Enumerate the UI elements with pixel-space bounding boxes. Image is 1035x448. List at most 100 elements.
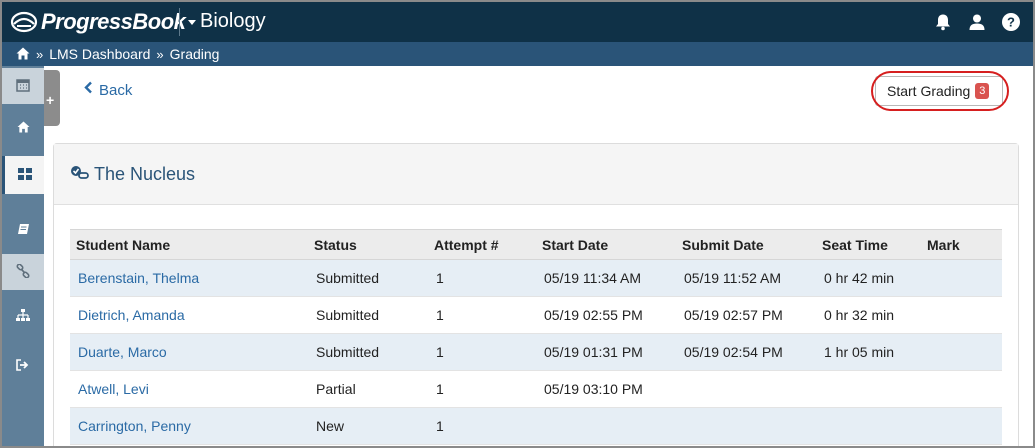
start-date-cell: 05/19 03:10 PM: [536, 370, 676, 408]
sidebar-item-calendar[interactable]: [2, 68, 44, 104]
bell-icon[interactable]: [933, 12, 953, 32]
submit-date-cell: 05/19 11:52 AM: [676, 259, 816, 297]
sidebar-item-dashboard[interactable]: [2, 156, 44, 194]
start-grading-button[interactable]: Start Grading 3: [875, 76, 1003, 106]
student-link[interactable]: Dietrich, Amanda: [78, 307, 185, 323]
mark-cell[interactable]: [921, 333, 1002, 371]
column-header-attempt[interactable]: Attempt #: [428, 229, 536, 260]
back-link[interactable]: Back: [84, 81, 132, 99]
mark-cell[interactable]: [921, 370, 1002, 408]
mark-cell[interactable]: [921, 407, 1002, 445]
student-name-cell: Atwell, Levi: [70, 370, 308, 408]
attempt-cell: 1: [428, 370, 536, 408]
start-date-cell: 05/19 11:34 AM: [536, 259, 676, 297]
submit-date-cell: 05/19 02:57 PM: [676, 296, 816, 334]
column-header-status[interactable]: Status: [308, 229, 428, 260]
submit-date-cell: [676, 370, 816, 408]
panel-header: The Nucleus: [54, 144, 1018, 205]
attempt-cell: 1: [428, 407, 536, 445]
student-link[interactable]: Carrington, Penny: [78, 418, 191, 434]
header-icons: ?: [933, 12, 1021, 32]
signout-icon: [16, 358, 30, 374]
mark-cell[interactable]: [921, 296, 1002, 334]
home-icon[interactable]: [16, 47, 30, 61]
top-bar: ProgressBook Biology ?: [2, 2, 1033, 42]
course-name: Biology: [200, 10, 266, 32]
seat-time-cell: [816, 370, 921, 408]
header-divider: [179, 8, 180, 36]
breadcrumb-separator: »: [36, 46, 44, 62]
table-header-row: Student Name Status Attempt # Start Date…: [70, 229, 1002, 260]
column-header-start-date[interactable]: Start Date: [536, 229, 676, 260]
table-row: Duarte, Marco Submitted 1 05/19 01:31 PM…: [70, 333, 1002, 371]
attempt-cell: 1: [428, 333, 536, 371]
seat-time-cell: 0 hr 32 min: [816, 296, 921, 334]
column-header-submit-date[interactable]: Submit Date: [676, 229, 816, 260]
student-name-cell: Berenstain, Thelma: [70, 259, 308, 297]
seat-time-cell: 0 hr 42 min: [816, 259, 921, 297]
student-name-cell: Duarte, Marco: [70, 333, 308, 371]
seat-time-cell: [816, 407, 921, 445]
assignment-link-icon: [70, 165, 90, 184]
submit-date-cell: [676, 407, 816, 445]
status-cell: Submitted: [308, 259, 428, 297]
chevron-left-icon: [84, 81, 93, 99]
help-icon[interactable]: ?: [1001, 12, 1021, 32]
column-header-student-name[interactable]: Student Name: [70, 229, 308, 260]
book-icon: [17, 222, 30, 238]
student-name-cell: Dietrich, Amanda: [70, 296, 308, 334]
student-name-cell: Carrington, Penny: [70, 407, 308, 445]
svg-text:?: ?: [1007, 15, 1015, 30]
home-icon: [17, 120, 30, 136]
assignment-panel: The Nucleus Student Name Status Attempt …: [53, 143, 1019, 446]
status-cell: New: [308, 407, 428, 445]
table-row: Dietrich, Amanda Submitted 1 05/19 02:55…: [70, 296, 1002, 334]
left-sidebar: [2, 66, 44, 446]
student-link[interactable]: Duarte, Marco: [78, 344, 167, 360]
sidebar-expand-tab[interactable]: +: [44, 70, 60, 126]
back-label: Back: [99, 81, 133, 99]
grading-count-badge: 3: [975, 83, 990, 99]
start-date-cell: 05/19 02:55 PM: [536, 296, 676, 334]
column-header-seat-time[interactable]: Seat Time: [816, 229, 921, 260]
sidebar-item-links[interactable]: [2, 254, 44, 290]
table-row: Carrington, Penny New 1: [70, 407, 1002, 445]
attempt-cell: 1: [428, 296, 536, 334]
seat-time-cell: 1 hr 05 min: [816, 333, 921, 371]
column-header-mark[interactable]: Mark: [921, 229, 1002, 260]
start-date-cell: 05/19 01:31 PM: [536, 333, 676, 371]
breadcrumb: » LMS Dashboard » Grading: [2, 42, 1033, 66]
sitemap-icon: [16, 308, 30, 324]
sidebar-item-home[interactable]: [2, 110, 44, 146]
dashboard-icon: [17, 167, 32, 183]
status-cell: Submitted: [308, 296, 428, 334]
logo-text: ProgressBook: [41, 9, 186, 34]
course-selector[interactable]: Biology: [188, 10, 266, 33]
logo-icon: [10, 10, 38, 34]
status-cell: Partial: [308, 370, 428, 408]
app-frame: ProgressBook Biology ? » LMS Dashboard »…: [0, 0, 1035, 448]
link-icon: [16, 262, 30, 281]
student-grading-table: Student Name Status Attempt # Start Date…: [70, 229, 1002, 445]
breadcrumb-lms-dashboard[interactable]: LMS Dashboard: [49, 46, 150, 62]
sidebar-item-sitemap[interactable]: [2, 298, 44, 334]
breadcrumb-separator: »: [156, 46, 164, 62]
caret-down-icon: [188, 20, 196, 25]
user-icon[interactable]: [967, 12, 987, 32]
progressbook-logo[interactable]: ProgressBook: [10, 9, 186, 35]
start-grading-label: Start Grading: [887, 83, 971, 99]
table-row: Atwell, Levi Partial 1 05/19 03:10 PM: [70, 370, 1002, 408]
plus-icon: +: [46, 92, 55, 108]
attempt-cell: 1: [428, 259, 536, 297]
student-link[interactable]: Berenstain, Thelma: [78, 270, 199, 286]
start-date-cell: [536, 407, 676, 445]
calendar-icon: [16, 78, 30, 95]
student-link[interactable]: Atwell, Levi: [78, 381, 149, 397]
sidebar-item-book[interactable]: [2, 212, 44, 248]
sidebar-item-signout[interactable]: [2, 348, 44, 384]
submit-date-cell: 05/19 02:54 PM: [676, 333, 816, 371]
table-row: Berenstain, Thelma Submitted 1 05/19 11:…: [70, 259, 1002, 297]
status-cell: Submitted: [308, 333, 428, 371]
mark-cell[interactable]: [921, 259, 1002, 297]
breadcrumb-grading[interactable]: Grading: [170, 46, 220, 62]
